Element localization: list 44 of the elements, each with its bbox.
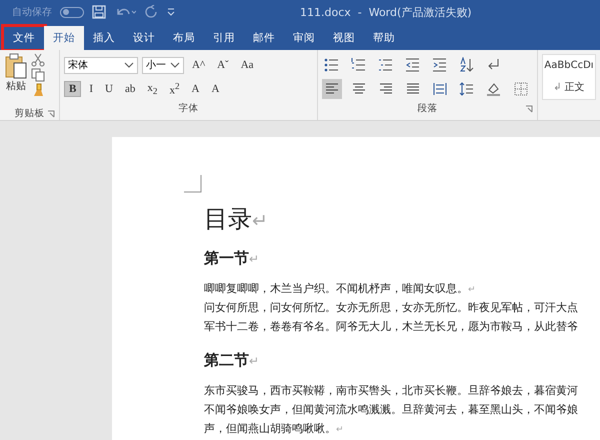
style-gallery-item[interactable]: AaBbCcDı ↲ 正文 [542, 54, 596, 100]
ribbon-tab[interactable]: 插入 [84, 27, 124, 49]
group-label: 字体 [178, 102, 198, 114]
ribbon-tab[interactable]: 引用 [204, 27, 244, 49]
format-button[interactable]: ab [120, 82, 140, 96]
font-name-dropdown[interactable]: 宋体 [64, 56, 138, 74]
ribbon-tab[interactable]: 帮助 [364, 27, 404, 49]
ribbon-tab[interactable]: 布局 [164, 27, 204, 49]
autosave-label: 自动保存 [12, 6, 52, 19]
format-button[interactable]: U [101, 82, 117, 96]
ribbon-tab[interactable]: 开始 [44, 26, 84, 50]
body-text-line: 唧唧复唧唧，木兰当户织。不闻机杼声，唯闻女叹息。 [204, 283, 468, 295]
paragraph-mark: ↵ [249, 252, 259, 266]
group-label: 剪贴板 [14, 106, 44, 120]
format-button[interactable]: A^ [188, 58, 210, 72]
format-button[interactable]: x$_{2}$ [143, 80, 162, 98]
section-heading: 第一节 [204, 251, 249, 267]
format-button[interactable]: A [207, 82, 224, 96]
document-title: 目录 [204, 207, 252, 233]
paste-button[interactable]: 粘贴 [4, 53, 28, 106]
paragraph-mark: ↵ [336, 424, 344, 434]
paragraph-mark: ↵ [249, 354, 259, 368]
ribbon-tab[interactable]: 文件 [4, 27, 44, 49]
paragraph-mark: ↵ [468, 284, 476, 294]
format-button[interactable]: A [188, 82, 204, 96]
body-text-line: 问女何所思，问女何所忆。女亦无所思，女亦无所忆。昨夜见军帖，可汗大点 [204, 302, 578, 314]
format-button[interactable]: x$^{2}$ [165, 80, 184, 98]
ribbon-tab[interactable]: 邮件 [244, 27, 284, 49]
ribbon-tab[interactable]: 设计 [124, 27, 164, 49]
ribbon-tab[interactable]: 审阅 [284, 27, 324, 49]
format-button[interactable]: Aa [236, 58, 258, 72]
window-title: 111.docx - Word(产品激活失败) [300, 4, 472, 20]
format-button[interactable]: I [85, 82, 98, 96]
paragraph-mark: ↵ [252, 211, 268, 232]
body-text-line: 军书十二卷，卷卷有爷名。阿爷无大儿，木兰无长兄，愿为市鞍马，从此替爷 [204, 321, 578, 333]
group-label: 段落 [418, 102, 438, 114]
body-text-line: 东市买骏马，西市买鞍鞯，南市买辔头，北市买长鞭。旦辞爷娘去，暮宿黄河 [204, 385, 578, 397]
format-button[interactable]: B [64, 81, 82, 97]
body-text-line: 不闻爷娘唤女声，但闻黄河流水鸣溅溅。旦辞黄河去，暮至黑山头，不闻爷娘 [204, 404, 578, 416]
font-size-dropdown[interactable]: 小一 [142, 56, 184, 74]
body-text-line: 声，但闻燕山胡骑鸣啾啾。 [204, 423, 336, 435]
format-button[interactable]: Aˇ [213, 58, 233, 72]
section-heading: 第二节 [204, 353, 249, 369]
ribbon-tab[interactable]: 视图 [324, 27, 364, 49]
